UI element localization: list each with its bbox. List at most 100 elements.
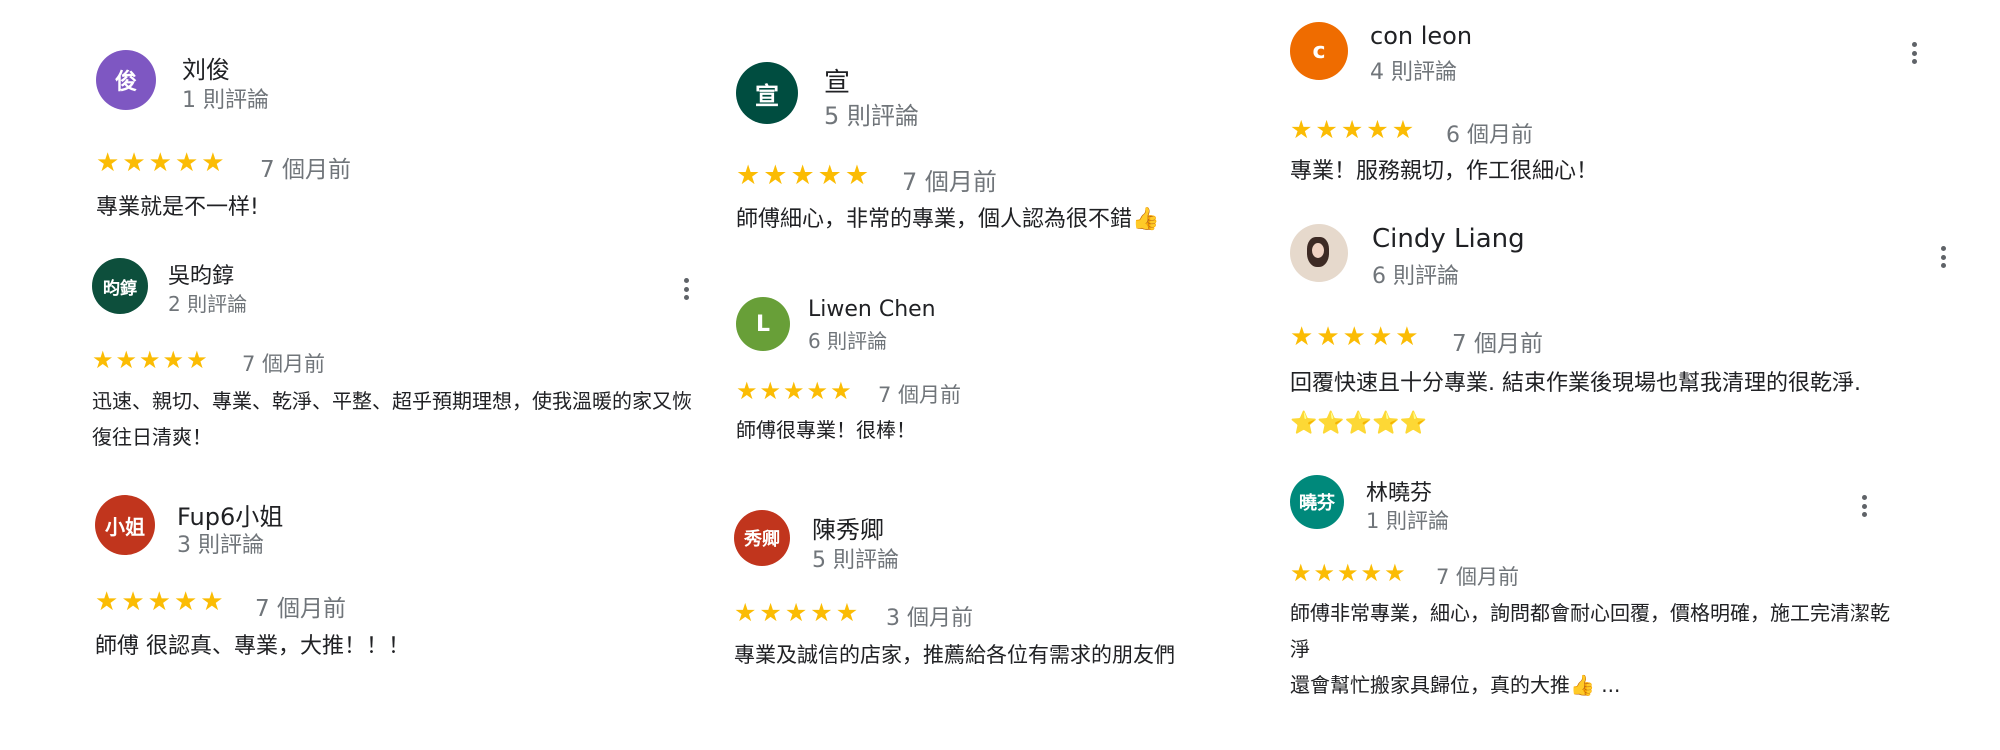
avatar[interactable]: 昀錞 <box>92 258 148 314</box>
star-icon: ★ <box>1360 559 1385 587</box>
star-icon: ★ <box>734 598 760 627</box>
kebab-dot-icon <box>1940 263 1946 268</box>
star-icon: ★ <box>139 346 163 374</box>
review-text: 師傅細心，非常的專業，個人認為很不錯👍 <box>736 207 1160 232</box>
review-count: 5 則評論 <box>812 548 899 573</box>
reviewer-name[interactable]: 林曉芬 <box>1366 475 1432 507</box>
review-text: 師傅很專業！很棒！ <box>736 418 916 442</box>
star-icon: ★ <box>759 377 784 405</box>
kebab-dot-icon <box>683 286 689 292</box>
avatar-initial: 宣 <box>755 81 779 110</box>
avatar-face-icon <box>1312 243 1324 258</box>
star-icon: ★ <box>148 148 175 178</box>
kebab-dot-icon <box>1861 512 1867 517</box>
star-icon: ★ <box>173 587 201 617</box>
star-icon: ★ <box>1342 322 1369 352</box>
star-icon: ★ <box>174 148 202 178</box>
star-icon: ★ <box>1290 559 1314 587</box>
star-icon: ★ <box>736 160 764 191</box>
review-count: 3 則評論 <box>177 533 264 558</box>
review-text: 迅速、親切、專業、乾淨、平整、超乎預期理想，使我溫暖的家又恢復往日清爽！ <box>92 389 692 449</box>
star-rating: ★★★★★ <box>734 598 861 627</box>
avatar[interactable]: L <box>736 297 790 351</box>
star-icon: ★ <box>1315 115 1341 144</box>
review-date: 7 個月前 <box>242 352 326 376</box>
review-card: 曉芬 林曉芬 1 則評論 ★★★★★ 7 個月前 師傅非常專業，細心，詢問都會耐… <box>1290 475 1980 705</box>
kebab-dot-icon <box>1861 503 1867 509</box>
star-icon: ★ <box>186 346 210 374</box>
kebab-dot-icon <box>1861 495 1867 500</box>
review-count: 6 則評論 <box>808 329 888 353</box>
kebab-dot-icon <box>1911 50 1917 56</box>
star-icon: ★ <box>162 346 187 374</box>
avatar-initial: 秀卿 <box>744 529 780 550</box>
star-icon: ★ <box>784 598 811 627</box>
avatar-initial: 小姐 <box>105 514 145 539</box>
avatar[interactable] <box>1290 224 1348 282</box>
star-icon: ★ <box>1368 322 1396 352</box>
review-count: 5 則評論 <box>824 102 919 130</box>
kebab-dot-icon <box>1911 42 1917 47</box>
review-text: 師傅 很認真、專業，大推！！！ <box>95 634 410 659</box>
review-count: 4 則評論 <box>1370 60 1457 85</box>
review-date: 7 個月前 <box>260 157 351 183</box>
more-options-button[interactable] <box>1909 42 1919 64</box>
review-count: 2 則評論 <box>168 292 248 316</box>
reviewer-name[interactable]: 宣 <box>824 62 850 99</box>
review-date: 7 個月前 <box>1436 565 1520 589</box>
reviewer-name[interactable]: 吳昀錞 <box>168 258 234 290</box>
star-icon: ★ <box>759 598 785 627</box>
review-text: 師傅非常專業，細心，詢問都會耐心回覆，價格明確，施工完清潔乾淨 還會幫忙搬家具歸… <box>1290 601 1890 697</box>
star-icon: ★ <box>1337 559 1361 587</box>
star-icon: ★ <box>806 377 831 405</box>
avatar[interactable]: 秀卿 <box>734 510 790 566</box>
avatar[interactable]: 宣 <box>736 62 798 124</box>
more-options-button[interactable] <box>681 278 691 300</box>
reviewer-name[interactable]: Cindy Liang <box>1372 224 1525 254</box>
review-card: 昀錞 吳昀錞 2 則評論 ★★★★★ 7 個月前 迅速、親切、專業、乾淨、平整、… <box>92 258 702 458</box>
review-text: 專業就是不一样! <box>96 195 259 220</box>
reviewer-name[interactable]: con leon <box>1370 22 1472 50</box>
star-icon: ★ <box>830 377 854 405</box>
reviewer-name[interactable]: 刘俊 <box>182 50 230 85</box>
avatar[interactable]: 曉芬 <box>1290 475 1344 529</box>
star-rating: ★★★★★ <box>1290 559 1408 587</box>
review-text: 專業！服務親切，作工很細心！ <box>1290 159 1599 184</box>
star-icon: ★ <box>783 377 807 405</box>
avatar[interactable]: 俊 <box>96 50 156 110</box>
star-icon: ★ <box>201 148 228 178</box>
kebab-dot-icon <box>683 278 689 283</box>
star-rating: ★★★★★ <box>92 346 210 374</box>
review-date: 7 個月前 <box>902 168 997 196</box>
avatar-initial: c <box>1312 38 1326 64</box>
star-rating: ★★★★★ <box>95 587 227 617</box>
review-card: 宣 宣 5 則評論 ★★★★★ 7 個月前 師傅細心，非常的專業，個人認為很不錯… <box>736 62 1256 242</box>
review-count: 1 則評論 <box>1366 509 1450 533</box>
star-icon: ★ <box>790 160 818 191</box>
avatar[interactable]: c <box>1290 22 1348 80</box>
reviewer-name[interactable]: 陳秀卿 <box>812 510 884 545</box>
star-icon: ★ <box>1395 322 1422 352</box>
review-text: 專業及誠信的店家，推薦給各位有需求的朋友們 <box>734 643 1175 667</box>
avatar[interactable]: 小姐 <box>95 495 155 555</box>
star-icon: ★ <box>763 160 791 191</box>
star-icon: ★ <box>121 587 148 617</box>
reviewer-name[interactable]: Liwen Chen <box>808 297 936 322</box>
star-icon: ★ <box>115 346 140 374</box>
star-icon: ★ <box>1391 115 1418 144</box>
star-icon: ★ <box>1384 559 1408 587</box>
review-card: 小姐 Fup6小姐 3 則評論 ★★★★★ 7 個月前 師傅 很認真、專業，大推… <box>95 495 695 675</box>
kebab-dot-icon <box>1940 254 1946 260</box>
review-date: 7 個月前 <box>255 596 346 622</box>
review-count: 1 則評論 <box>182 88 269 113</box>
avatar-initial: 俊 <box>114 70 137 95</box>
star-icon: ★ <box>1313 559 1338 587</box>
star-rating: ★★★★★ <box>1290 115 1417 144</box>
more-options-button[interactable] <box>1938 246 1948 268</box>
avatar-initial: L <box>755 311 771 337</box>
star-icon: ★ <box>200 587 227 617</box>
star-icon: ★ <box>92 346 116 374</box>
review-card: Cindy Liang 6 則評論 ★★★★★ 7 個月前 回覆快速且十分專業.… <box>1290 224 1980 454</box>
star-rating: ★★★★★ <box>1290 322 1422 352</box>
more-options-button[interactable] <box>1859 495 1869 517</box>
